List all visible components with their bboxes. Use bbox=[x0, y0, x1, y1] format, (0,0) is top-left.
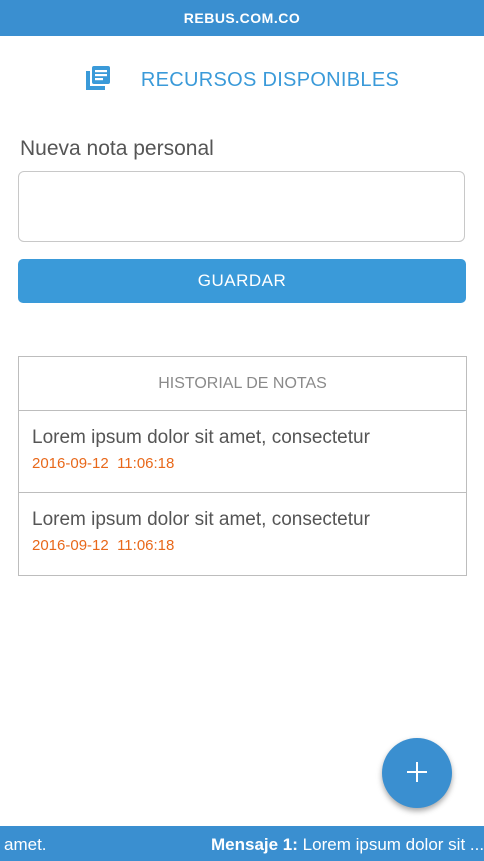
save-button[interactable]: GUARDAR bbox=[18, 259, 466, 303]
notes-history: HISTORIAL DE NOTAS Lorem ipsum dolor sit… bbox=[18, 356, 467, 576]
ticker-message-label: Mensaje 1: bbox=[211, 835, 298, 854]
add-button[interactable] bbox=[382, 738, 452, 808]
ticker-previous-text: amet. bbox=[4, 835, 47, 854]
note-time: 11:06:18 bbox=[117, 455, 175, 472]
resources-title: RECURSOS DISPONIBLES bbox=[140, 68, 400, 91]
ticker-message[interactable]: Mensaje 1: Lorem ipsum dolor sit ... bbox=[211, 835, 484, 855]
note-text: Lorem ipsum dolor sit amet, consectetur bbox=[32, 427, 370, 448]
history-row[interactable]: Lorem ipsum dolor sit amet, consectetur … bbox=[19, 411, 466, 493]
note-label: Nueva nota personal bbox=[20, 137, 214, 160]
top-bar: REBUS.COM.CO bbox=[0, 0, 484, 36]
note-time: 11:06:18 bbox=[117, 537, 175, 554]
resources-header[interactable]: RECURSOS DISPONIBLES bbox=[0, 60, 484, 100]
ticker-message-text: Lorem ipsum dolor sit ... bbox=[302, 835, 484, 854]
notes-list-icon bbox=[85, 65, 141, 96]
site-title: REBUS.COM.CO bbox=[183, 10, 301, 26]
note-date: 2016-09-12 bbox=[32, 455, 109, 472]
note-date: 2016-09-12 bbox=[32, 537, 109, 554]
message-ticker: amet. Mensaje 1: Lorem ipsum dolor sit .… bbox=[0, 826, 484, 861]
note-text: Lorem ipsum dolor sit amet, consectetur bbox=[32, 509, 370, 530]
history-title: HISTORIAL DE NOTAS bbox=[19, 357, 466, 411]
note-timestamp: 2016-09-12 11:06:18 bbox=[32, 537, 466, 554]
note-timestamp: 2016-09-12 11:06:18 bbox=[32, 455, 466, 472]
note-input[interactable] bbox=[18, 171, 465, 242]
history-row[interactable]: Lorem ipsum dolor sit amet, consectetur … bbox=[19, 493, 466, 575]
plus-icon bbox=[406, 761, 428, 786]
